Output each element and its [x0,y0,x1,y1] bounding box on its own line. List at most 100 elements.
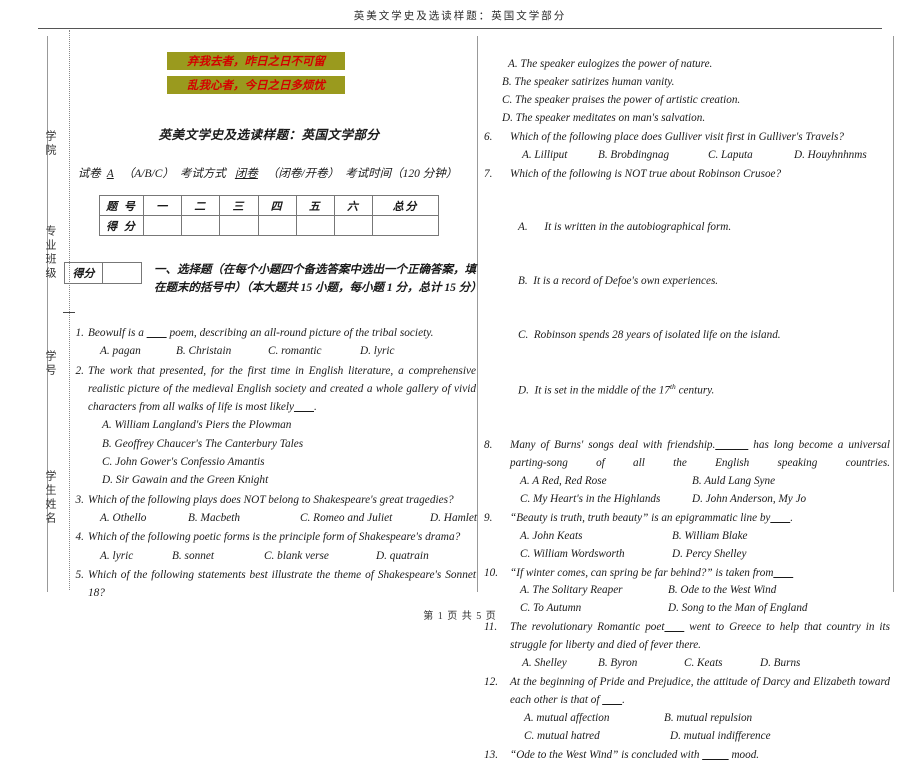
question-2-option-d[interactable]: D. Sir Gawain and the Green Knight [102,471,476,489]
question-8: 8. Many of Burns' songs deal with friend… [484,437,890,509]
question-1-option-d[interactable]: D. lyric [360,342,395,360]
score-table: 题 号 一 二 三 四 五 六 总分 得 分 [99,195,439,236]
time-label: 考试时间（120 分钟） [345,168,458,180]
question-4-option-c[interactable]: C. blank verse [264,547,376,565]
question-7-option-a[interactable]: A. It is written in the autobiographical… [518,219,890,237]
question-9-stem-b: . [790,511,793,524]
question-10-stem: “If winter comes, can spring be far behi… [510,565,890,583]
question-10-stem-a: “If winter comes, can spring be far behi… [510,566,774,579]
score-cell-4[interactable] [257,215,297,236]
question-6-option-a[interactable]: A. Lilliput [522,147,598,165]
question-3-stem: Which of the following plays does NOT be… [88,493,454,506]
question-10-blank[interactable]: ___ [773,567,793,579]
question-5-option-d[interactable]: D. The speaker meditates on man's salvat… [502,110,890,128]
question-7-option-b[interactable]: B. It is a record of Defoe's own experie… [518,273,890,291]
question-6-options: A. Lilliput B. Brobdingnag C. Laputa D. Hou… [510,147,890,165]
exam-meta-line: 试卷 A （A/B/C） 考试方式 闭卷 （闭卷/开卷） 考试时间（120 分钟） [62,165,476,181]
question-8-option-a[interactable]: A. A Red, Red Rose [520,473,692,491]
question-1-option-b[interactable]: B. Christain [176,342,268,360]
question-12-number: 12. [484,676,498,689]
question-4-option-a[interactable]: A. lyric [100,547,172,565]
question-1-option-c[interactable]: C. romantic [268,342,360,360]
question-1-stem-b: poem, describing an all-round picture of… [166,327,434,339]
question-3-option-a[interactable]: A. Othello [100,509,188,527]
question-4-option-d[interactable]: D. quatrain [376,547,429,565]
question-8-stem: Many of Burns' songs deal with friendshi… [510,437,890,473]
question-6-option-b[interactable]: B. Brobdingnag [598,147,708,165]
question-4-options: A. lyric B. sonnet C. blank verse D. quatra… [88,547,476,565]
question-12-stem: At the beginning of Pride and Prejudice,… [510,674,890,710]
question-1-option-a[interactable]: A. pagan [100,342,176,360]
question-7-stem: Which of the following is NOT true about… [510,167,782,180]
question-12-option-b[interactable]: B. mutual repulsion [664,710,752,728]
question-5: 5. Which of the following statements bes… [62,566,476,603]
score-table-row-label-score: 得 分 [99,215,144,236]
question-13-stem: “Ode to the West Wind” is concluded with… [510,747,890,765]
question-3-option-c[interactable]: C. Romeo and Juliet [300,509,430,527]
question-3-option-d[interactable]: D. Hamlet [430,509,477,527]
question-9-option-c[interactable]: C. William Wordsworth [520,546,672,564]
question-9-blank[interactable]: ___ [770,512,790,524]
question-6-option-c[interactable]: C. Laputa [708,147,794,165]
question-9-option-a[interactable]: A. John Keats [520,528,672,546]
question-9-option-b[interactable]: B. William Blake [672,528,748,546]
ordinal-suffix: th [669,381,676,391]
question-13-number: 13. [484,748,498,761]
question-12-blank[interactable]: ___ [602,694,622,706]
question-10-number: 10. [484,566,498,579]
score-cell-3[interactable] [219,215,259,236]
question-4-option-b[interactable]: B. sonnet [172,547,264,565]
question-13-blank[interactable]: ____ [702,749,728,761]
question-9-option-d[interactable]: D. Percy Shelley [672,546,746,564]
question-12-stem-b: . [622,694,625,706]
question-5-option-a[interactable]: A. The speaker eulogizes the power of na… [508,56,890,74]
sidebar-label-major-class: 专业班级 [44,225,56,281]
question-11-option-b[interactable]: B. Byron [598,655,684,673]
question-11: 11. The revolutionary Romantic poet___ w… [484,619,890,673]
question-7-option-c[interactable]: C. Robinson spends 28 years of isolated … [518,327,890,345]
question-2-option-c[interactable]: C. John Gower's Confessio Amantis [102,453,476,471]
question-12-option-d[interactable]: D. mutual indifference [670,728,771,746]
question-12-option-c[interactable]: C. mutual hatred [524,728,670,746]
question-11-option-d[interactable]: D. Burns [760,655,800,673]
question-5-option-b[interactable]: B. The speaker satirizes human vanity. [502,74,890,92]
sidebar-label-student-id: 学号 [44,350,56,378]
question-8-option-d[interactable]: D. John Anderson, My Jo [692,491,806,509]
score-cell-5[interactable] [295,215,335,236]
mode-label: 考试方式 [179,168,226,180]
banner-line-1: 弃我去者，昨日之日不可留 [167,52,345,70]
score-cell-total[interactable] [372,215,439,236]
question-1-blank[interactable]: ___ [147,327,167,339]
question-6-option-d[interactable]: D. Houyhnhnms [794,147,867,165]
question-10-option-a[interactable]: A. The Solitary Reaper [520,582,668,600]
question-2-option-b[interactable]: B. Geoffrey Chaucer's The Canterbury Tal… [102,435,476,453]
section-score-value[interactable] [103,263,141,283]
question-6-number: 6. [484,130,493,143]
question-8-options: A. A Red, Red Rose B. Auld Lang Syne C. M… [510,473,890,509]
question-9: 9. “Beauty is truth, truth beauty” is an… [484,510,890,564]
question-3-option-b[interactable]: B. Macbeth [188,509,300,527]
question-8-blank[interactable]: _____ [715,439,748,451]
question-9-stem: “Beauty is truth, truth beauty” is an ep… [510,510,890,528]
question-7-option-d[interactable]: D. It is set in the middle of the 17th c… [518,381,890,401]
score-col-6: 六 [333,195,374,216]
question-11-blank[interactable]: ___ [664,621,684,633]
score-cell-2[interactable] [181,215,221,236]
question-13: 13. “Ode to the West Wind” is concluded … [484,747,890,765]
question-8-option-c[interactable]: C. My Heart's in the Highlands [520,491,692,509]
score-cell-6[interactable] [333,215,374,236]
question-11-option-a[interactable]: A. Shelley [522,655,598,673]
question-2-blank[interactable]: ___ [294,401,314,413]
question-5-option-c[interactable]: C. The speaker praises the power of arti… [502,92,890,110]
question-12: 12. At the beginning of Pride and Prejud… [484,674,890,746]
question-2-option-a[interactable]: A. William Langland's Piers the Plowman [102,416,476,434]
question-12-option-a[interactable]: A. mutual affection [524,710,664,728]
question-8-option-b[interactable]: B. Auld Lang Syne [692,473,775,491]
question-3-options: A. Othello B. Macbeth C. Romeo and Juliet D… [88,509,477,527]
question-2-stem-a: The work that presented, for the first t… [88,364,476,414]
score-cell-1[interactable] [142,215,183,236]
question-11-option-c[interactable]: C. Keats [684,655,760,673]
question-7-options: A. It is written in the autobiographical… [510,183,890,436]
question-10-option-b[interactable]: B. Ode to the West Wind [668,582,776,600]
table-row-heading: 题 号 一 二 三 四 五 六 总分 [99,195,439,216]
